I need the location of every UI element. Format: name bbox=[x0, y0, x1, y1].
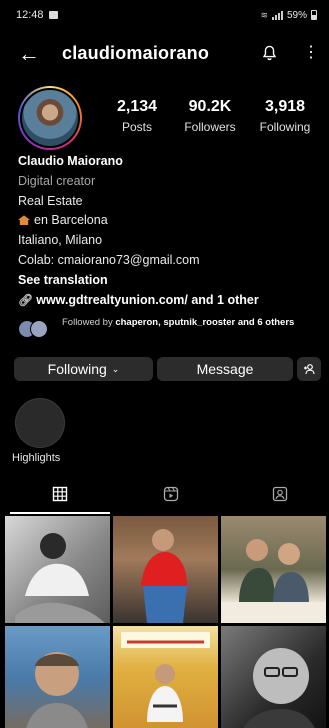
suggested-users-button[interactable] bbox=[297, 357, 321, 381]
profile-avatar-ring[interactable] bbox=[18, 86, 82, 150]
battery-percent: 59% bbox=[286, 9, 307, 21]
reels-icon[interactable] bbox=[163, 486, 179, 502]
gallery-notification-icon bbox=[48, 11, 58, 19]
link-icon: 🔗︎ bbox=[18, 292, 34, 307]
follower-avatar-2 bbox=[30, 320, 48, 338]
active-tab-indicator bbox=[10, 512, 110, 514]
back-arrow-icon[interactable]: ← bbox=[18, 41, 40, 67]
following-button[interactable]: Following ⌄ bbox=[14, 357, 153, 381]
bio-website-text: www.gdtrealtyunion.com/ and 1 other bbox=[36, 292, 259, 307]
stat-following[interactable]: 3,918 Following bbox=[252, 98, 318, 134]
stat-posts-label: Posts bbox=[121, 120, 152, 134]
post-image bbox=[26, 652, 88, 728]
followed-by-prefix: Followed by bbox=[62, 317, 113, 328]
status-right: ≋ 59% bbox=[260, 10, 317, 21]
profile-category: Digital creator bbox=[18, 173, 96, 188]
bio-line-1: Real Estate bbox=[18, 193, 83, 208]
profile-tabs bbox=[0, 482, 329, 514]
post-image bbox=[121, 632, 210, 722]
message-label: Message bbox=[196, 361, 254, 377]
followed-by[interactable]: Followed by chaperon, sputnik_rooster an… bbox=[18, 317, 318, 347]
post-grid bbox=[5, 516, 326, 728]
highlights-label: Highlights bbox=[12, 452, 61, 464]
add-person-icon bbox=[304, 364, 315, 375]
post-thumbnail[interactable] bbox=[5, 626, 110, 728]
status-time: 12:48 bbox=[16, 9, 44, 21]
stat-following-value: 3,918 bbox=[264, 98, 306, 115]
avatar bbox=[20, 88, 80, 148]
signal-icon bbox=[271, 10, 283, 20]
stat-posts[interactable]: 2,134 Posts bbox=[112, 98, 162, 134]
bio-line-3: Italiano, Milano bbox=[18, 233, 103, 248]
stat-posts-value: 2,134 bbox=[116, 98, 158, 115]
more-options-icon[interactable]: ⋮ bbox=[303, 45, 319, 61]
profile-username: claudiomaiorano bbox=[62, 43, 210, 63]
notification-bell-icon[interactable] bbox=[262, 45, 277, 61]
post-thumbnail[interactable] bbox=[113, 626, 218, 728]
profile-full-name: Claudio Maiorano bbox=[18, 154, 123, 168]
status-bar: 12:48 ≋ 59% bbox=[0, 0, 329, 30]
see-translation-link[interactable]: See translation bbox=[18, 271, 318, 291]
bio-line-4: Colab: cmaiorano73@gmail.com bbox=[18, 252, 200, 267]
post-image bbox=[141, 529, 187, 623]
highlight-circle[interactable] bbox=[15, 398, 65, 448]
followed-by-names: chaperon, sputnik_rooster bbox=[115, 317, 236, 328]
bio-website-link[interactable]: 🔗︎ www.gdtrealtyunion.com/ and 1 other bbox=[18, 291, 318, 311]
post-thumbnail[interactable] bbox=[113, 516, 218, 623]
post-image bbox=[221, 539, 326, 623]
status-left: 12:48 bbox=[16, 9, 58, 21]
profile-header: ← claudiomaiorano ⋮ bbox=[0, 36, 329, 72]
stat-followers-value: 90.2K bbox=[188, 98, 232, 115]
message-button[interactable]: Message bbox=[157, 357, 293, 381]
grid-icon[interactable] bbox=[52, 486, 68, 502]
bio-line-2: en Barcelona bbox=[18, 211, 318, 231]
wifi-icon: ≋ bbox=[260, 9, 268, 20]
house-icon bbox=[18, 215, 30, 226]
followed-by-suffix: and 6 others bbox=[237, 317, 295, 328]
chevron-down-icon: ⌄ bbox=[111, 363, 120, 374]
tagged-icon[interactable] bbox=[272, 486, 288, 502]
followed-by-text: Followed by chaperon, sputnik_rooster an… bbox=[62, 317, 318, 330]
stat-followers[interactable]: 90.2K Followers bbox=[177, 98, 243, 134]
post-thumbnail[interactable] bbox=[5, 516, 110, 623]
following-label: Following bbox=[47, 361, 107, 377]
post-thumbnail[interactable] bbox=[221, 626, 326, 728]
stat-followers-label: Followers bbox=[184, 120, 236, 134]
profile-bio: Claudio Maiorano Digital creator Real Es… bbox=[18, 152, 318, 310]
post-image bbox=[243, 648, 315, 728]
battery-icon bbox=[311, 10, 317, 20]
bio-line-2-text: en Barcelona bbox=[34, 213, 108, 228]
post-image bbox=[15, 533, 105, 623]
stat-following-label: Following bbox=[259, 120, 311, 134]
post-thumbnail[interactable] bbox=[221, 516, 326, 623]
